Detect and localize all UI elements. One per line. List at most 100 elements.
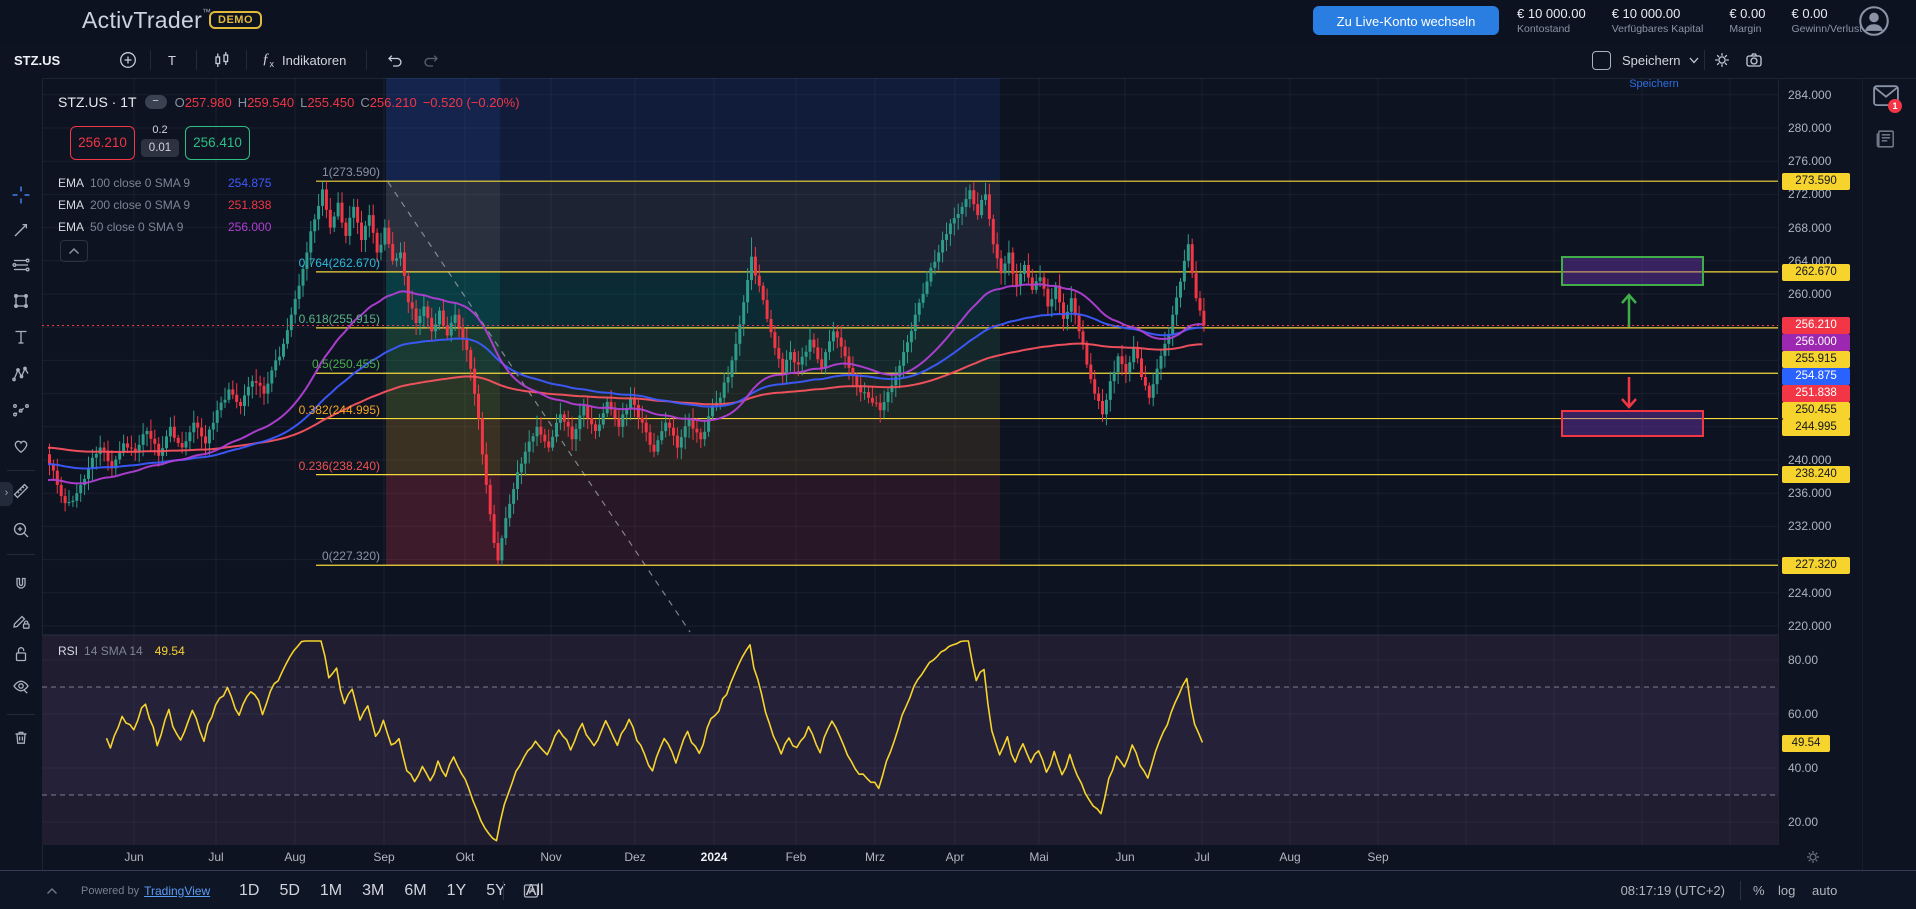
stat-label: Gewinn/Verlust [1792, 23, 1863, 35]
crosshair-icon [11, 185, 31, 205]
news-icon[interactable] [1874, 127, 1898, 151]
time-axis[interactable]: JunJulAugSepOktNovDez2024FebMrzAprMaiJun… [42, 845, 1778, 870]
interval-button[interactable]: T [168, 42, 176, 78]
axis-settings-icon[interactable] [1803, 847, 1823, 867]
delete-tool[interactable] [4, 720, 38, 754]
undo-button[interactable] [384, 42, 404, 78]
range-1d-button[interactable]: 1D [239, 882, 259, 900]
collapse-pane-button[interactable] [46, 871, 58, 909]
stat-label: Margin [1729, 23, 1765, 35]
trend-line-icon [11, 220, 31, 240]
tradingview-link[interactable]: TradingView [144, 884, 210, 898]
forecast-tool[interactable] [4, 393, 38, 427]
legend-collapse-caret[interactable] [60, 240, 88, 262]
clock[interactable]: 08:17:19 (UTC+2) [1600, 871, 1725, 909]
go-to-date-button[interactable] [521, 871, 541, 909]
xabcd-pattern-tool[interactable] [4, 357, 38, 391]
snapshot-button[interactable] [1744, 42, 1764, 78]
percent-scale-button[interactable]: % [1753, 871, 1765, 909]
price-badge: 227.320 [1782, 557, 1850, 574]
auto-scale-button[interactable]: auto [1812, 871, 1837, 909]
range-1m-button[interactable]: 1M [320, 882, 342, 900]
bottom-bar: Powered by TradingView 1D5D1M3M6M1Y5YAll… [0, 870, 1916, 909]
chart-settings-button[interactable] [1712, 42, 1732, 78]
unlock-icon [11, 644, 31, 664]
magnet-tool[interactable] [4, 568, 38, 602]
log-scale-button[interactable]: log [1778, 871, 1795, 909]
demand-zone[interactable] [1562, 411, 1703, 436]
symbol-button[interactable]: STZ.US [14, 42, 60, 78]
rsi-legend[interactable]: RSI 14 SMA 14 49.54 [58, 644, 185, 658]
fib-level-label: 0.5(250.455) [180, 357, 380, 371]
range-3m-button[interactable]: 3M [362, 882, 384, 900]
switch-to-live-button[interactable]: Zu Live-Konto wechseln [1313, 6, 1499, 35]
watchlist-drawer-handle[interactable]: › [0, 482, 13, 506]
chart-pane[interactable]: STZ.US · 1T − O257.980 H259.540 L255.450… [42, 78, 1778, 845]
indicator-row[interactable]: EMA50 close 0 SMA 9256.000 [58, 218, 318, 236]
time-tick-label: Dez [624, 850, 645, 864]
price-tick-label: 260.000 [1788, 287, 1831, 301]
buy-button[interactable]: 256.410 [185, 126, 250, 160]
price-badge: 256.210 [1782, 317, 1850, 334]
toolbar-divider [150, 50, 151, 70]
demo-badge: DEMO [209, 11, 262, 29]
spread-value: 0.01 [141, 139, 179, 157]
indicator-row[interactable]: EMA100 close 0 SMA 9254.875 [58, 174, 318, 192]
shapes-tool[interactable] [4, 284, 38, 318]
save-menu-button[interactable] [1684, 42, 1704, 78]
favorites-heart-tool[interactable] [4, 429, 38, 463]
rsi-tick-label: 40.00 [1788, 761, 1818, 775]
range-6m-button[interactable]: 6M [404, 882, 426, 900]
time-tick-label: Aug [1279, 850, 1300, 864]
supply-zone[interactable] [1562, 257, 1703, 285]
plus-circle-icon [118, 50, 138, 70]
price-tick-label: 236.000 [1788, 486, 1831, 500]
price-badge: 244.995 [1782, 419, 1850, 436]
trend-line-tool[interactable] [4, 213, 38, 247]
price-badge: 250.455 [1782, 402, 1850, 419]
range-1y-button[interactable]: 1Y [447, 882, 467, 900]
user-avatar[interactable] [1858, 5, 1890, 37]
text-tool[interactable] [4, 320, 38, 354]
fib-level-label: 0.764(262.670) [180, 256, 380, 270]
drawing-lock-tool[interactable] [4, 604, 38, 638]
compare-add-button[interactable] [118, 42, 138, 78]
right-utility-strip [1862, 78, 1916, 870]
time-tick-label: Nov [540, 850, 561, 864]
price-axis[interactable]: 284.000280.000276.000272.000268.000264.0… [1778, 78, 1863, 845]
spread-group: 0.2 0.01 [135, 126, 185, 157]
crosshair-tool[interactable] [4, 178, 38, 212]
toolbar-divider [196, 50, 197, 70]
sell-button[interactable]: 256.210 [70, 126, 135, 160]
delete-icon [11, 727, 31, 747]
redo-button[interactable] [422, 42, 442, 78]
time-tick-label: Okt [456, 850, 475, 864]
save-layout-button[interactable]: Speichern [1622, 42, 1681, 78]
rsi-tick-label: 80.00 [1788, 653, 1818, 667]
zoom-in-tool[interactable] [4, 513, 38, 547]
time-tick-label: 2024 [701, 850, 728, 864]
account-stat: € 10 000.00Verfügbares Kapital [1612, 6, 1704, 35]
price-badge: 255.915 [1782, 351, 1850, 368]
candles-icon [212, 50, 232, 70]
layout-select-checkbox[interactable] [1592, 42, 1611, 78]
indicator-row[interactable]: EMA200 close 0 SMA 9251.838 [58, 196, 318, 214]
indicators-button[interactable]: ƒx Indikatoren [262, 42, 346, 78]
unlock-tool[interactable] [4, 637, 38, 671]
price-tick-label: 220.000 [1788, 619, 1831, 633]
range-5d-button[interactable]: 5D [279, 882, 299, 900]
collapse-legend-button[interactable]: − [145, 95, 167, 109]
redo-icon [422, 50, 442, 70]
text-icon [11, 327, 31, 347]
account-stat: € 0.00Gewinn/Verlust [1792, 6, 1863, 35]
stat-value: € 10 000.00 [1612, 6, 1704, 21]
ohlc-values: O257.980 H259.540 L255.450 C256.210 −0.5… [175, 95, 520, 110]
legend-symbol-interval[interactable]: STZ.US · 1T [58, 94, 137, 110]
horizontal-lines-tool[interactable] [4, 248, 38, 282]
gear-icon [1712, 50, 1732, 70]
chart-style-button[interactable] [212, 42, 232, 78]
fib-level-label: 0(227.320) [180, 549, 380, 563]
change-value: −0.520 (−0.20%) [423, 95, 520, 110]
hide-drawings-tool[interactable] [4, 669, 38, 703]
account-stat: € 0.00Margin [1729, 6, 1765, 35]
